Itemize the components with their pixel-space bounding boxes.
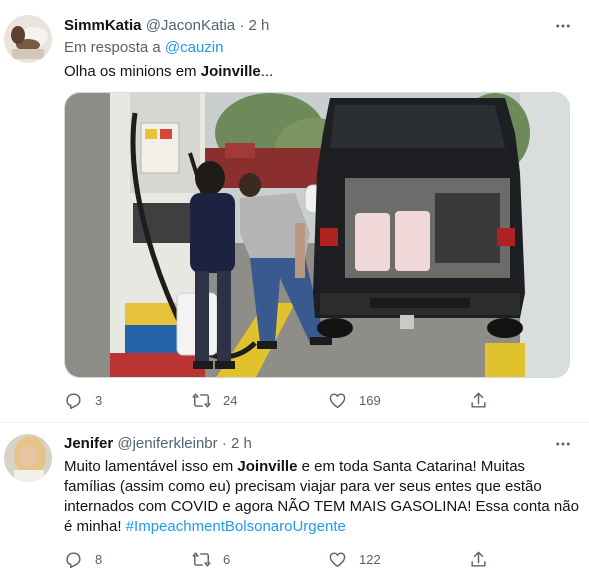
hashtag-link[interactable]: #ImpeachmentBolsonaroUrgente: [126, 518, 346, 535]
author-name[interactable]: SimmKatia: [64, 17, 142, 34]
tweet-text-bold: Joinville: [237, 458, 298, 475]
share-icon: [471, 392, 486, 408]
reply-count: 8: [95, 551, 103, 567]
reply-count: 3: [95, 392, 103, 408]
reply-prefix: Em resposta a: [64, 39, 161, 56]
tweet-time[interactable]: 2 h: [231, 435, 252, 452]
more-button[interactable]: [553, 434, 573, 454]
separator-dot: ·: [239, 17, 245, 34]
more-icon: [556, 442, 570, 446]
reply-button[interactable]: 8: [64, 549, 102, 569]
more-icon: [556, 24, 570, 28]
reply-context: Em resposta a @cauzin: [64, 38, 223, 58]
like-button[interactable]: 122: [328, 549, 381, 569]
like-count: 122: [359, 551, 381, 567]
like-button[interactable]: 169: [328, 390, 381, 410]
more-button[interactable]: [553, 16, 573, 36]
tweet-text-line: Muito lamentável isso em Joinville e em …: [64, 457, 579, 477]
reply-icon: [66, 392, 81, 409]
retweet-button[interactable]: 24: [192, 390, 237, 410]
tweet-text-bold: Joinville: [200, 63, 261, 80]
gas-station-photo: [65, 93, 569, 377]
retweet-count: 24: [223, 392, 238, 408]
retweet-count: 6: [223, 551, 231, 567]
share-button[interactable]: [469, 390, 488, 410]
avatar[interactable]: [4, 15, 52, 63]
tweet-photo[interactable]: [64, 92, 570, 378]
tweet[interactable]: SimmKatia @JaconKatia · 2 h Em resposta …: [0, 0, 589, 423]
tweet-text-part: e em toda Santa Catarina! Muitas: [297, 458, 526, 475]
separator-dot: ·: [221, 435, 227, 452]
tweet-text-line: internados com COVID e agora NÃO TEM MAI…: [64, 498, 579, 515]
avatar[interactable]: [4, 434, 52, 482]
retweet-icon: [192, 392, 211, 408]
author-name[interactable]: Jenifer: [64, 435, 113, 452]
tweet-text-part: Muito lamentável isso em: [64, 458, 238, 475]
tweet-text: Muito lamentável isso em Joinville e em …: [64, 457, 579, 537]
tweet-text-part: é minha!: [64, 518, 126, 535]
tweet-text-part: Olha os minions em: [64, 63, 201, 80]
share-button[interactable]: [469, 549, 488, 569]
share-icon: [471, 551, 486, 567]
like-count: 169: [359, 392, 381, 408]
reply-to-link[interactable]: @cauzin: [165, 39, 224, 56]
author-handle[interactable]: @jeniferkleinbr: [117, 435, 217, 452]
tweet-time[interactable]: 2 h: [249, 17, 270, 34]
reply-icon: [66, 551, 81, 568]
author-handle[interactable]: @JaconKatia: [146, 17, 235, 34]
like-icon: [329, 392, 346, 408]
tweet[interactable]: Jenifer @jeniferkleinbr · 2 h Muito lame…: [0, 423, 589, 581]
retweet-button[interactable]: 6: [192, 549, 230, 569]
reply-button[interactable]: 3: [64, 390, 102, 410]
tweet-text-line: famílias (assim como eu) precisam viajar…: [64, 478, 542, 495]
retweet-icon: [192, 551, 211, 567]
tweet-text-line: é minha! #ImpeachmentBolsonaroUrgente: [64, 517, 579, 537]
like-icon: [329, 551, 346, 567]
tweet-text-part: ...: [260, 63, 274, 80]
tweet-text: Olha os minions em Joinville...: [64, 62, 273, 82]
